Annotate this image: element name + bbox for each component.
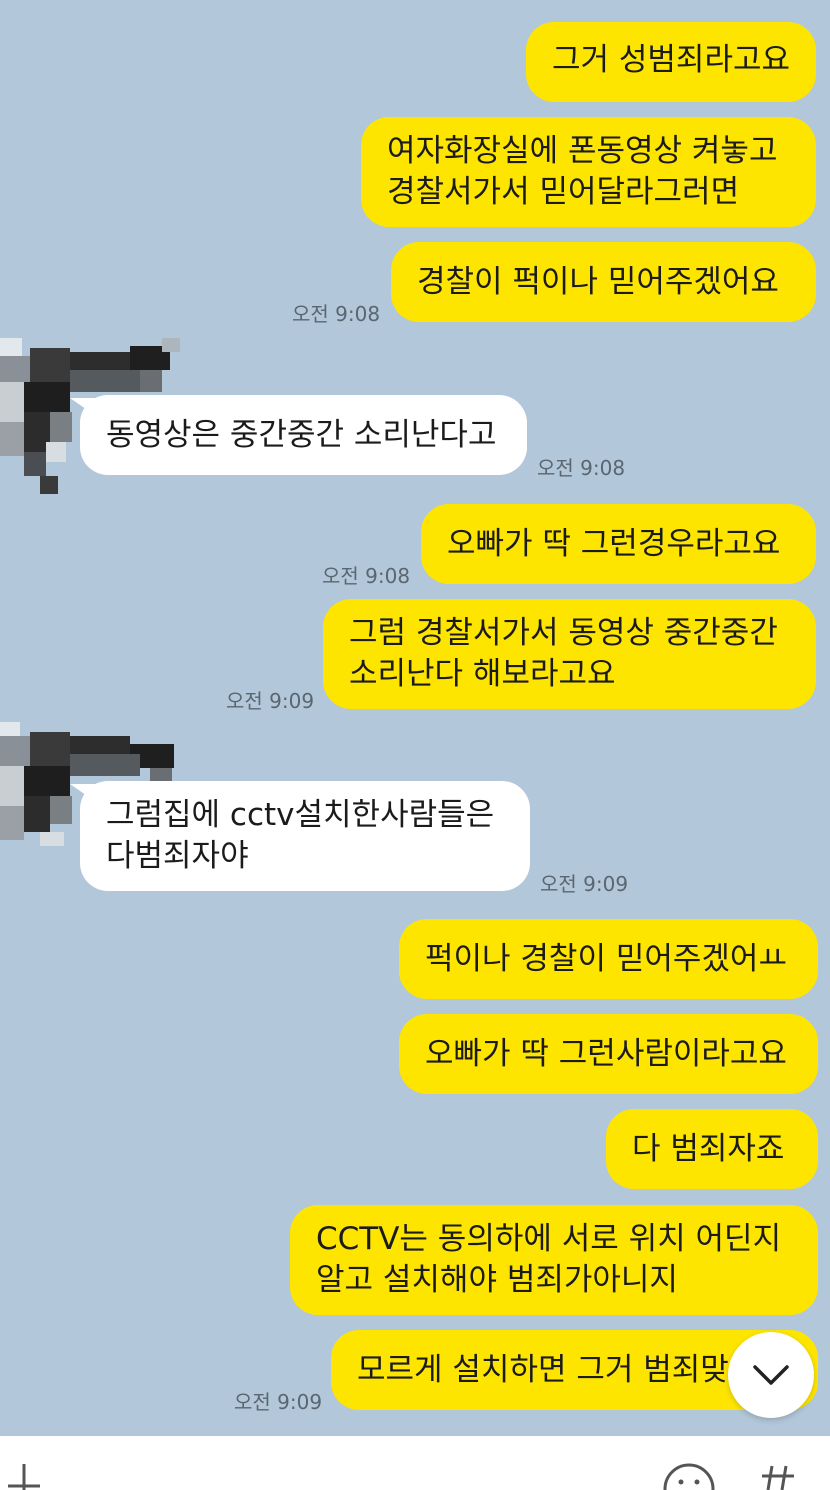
- my-message[interactable]: 여자화장실에 폰동영상 켜놓고 경찰서가서 믿어달라그러면: [361, 117, 816, 227]
- message-input-bar[interactable]: [0, 1436, 830, 1490]
- message-line: 다범죄자야: [106, 838, 249, 874]
- chat-area[interactable]: 그거 성범죄라고요 여자화장실에 폰동영상 켜놓고 경찰서가서 믿어달라그러면 …: [0, 0, 830, 1436]
- timestamp: 오전 9:08: [292, 302, 381, 326]
- message-line: 소리난다 해보라고요: [349, 656, 616, 692]
- timestamp: 오전 9:08: [537, 456, 626, 480]
- message-line: 그럼집에 cctv설치한사람들은: [106, 797, 495, 833]
- message-line: 동영상은 중간중간 소리난다고: [106, 416, 497, 453]
- my-message[interactable]: 다 범죄자죠: [606, 1109, 818, 1189]
- scroll-to-bottom-button[interactable]: [728, 1332, 814, 1418]
- my-message[interactable]: CCTV는 동의하에 서로 위치 어딘지 알고 설치해야 범죄가아니지: [290, 1205, 818, 1315]
- message-line: 여자화장실에 폰동영상 켜놓고: [387, 133, 778, 169]
- message-line: 다 범죄자죠: [632, 1130, 785, 1167]
- my-message[interactable]: 그럼 경찰서가서 동영상 중간중간 소리난다 해보라고요: [323, 599, 816, 709]
- my-message[interactable]: 그거 성범죄라고요: [526, 22, 816, 102]
- my-message[interactable]: 경찰이 퍽이나 믿어주겠어요: [391, 242, 816, 322]
- message-line: 그럼 경찰서가서 동영상 중간중간: [349, 615, 778, 651]
- emoji-icon[interactable]: [662, 1462, 716, 1490]
- their-message[interactable]: 그럼집에 cctv설치한사람들은 다범죄자야: [80, 781, 530, 891]
- message-line: 퍽이나 경찰이 믿어주겠어ㅛ: [425, 940, 787, 977]
- timestamp: 오전 9:08: [322, 564, 411, 588]
- message-line: CCTV는 동의하에 서로 위치 어딘지: [316, 1221, 782, 1257]
- plus-icon[interactable]: [4, 1460, 44, 1490]
- chevron-down-icon: [753, 1365, 789, 1385]
- my-message[interactable]: 오빠가 딱 그런경우라고요: [421, 504, 816, 584]
- my-message[interactable]: 오빠가 딱 그런사람이라고요: [399, 1014, 818, 1094]
- message-line: 경찰이 퍽이나 믿어주겠어요: [417, 263, 779, 300]
- message-line: 경찰서가서 믿어달라그러면: [387, 174, 740, 210]
- my-message[interactable]: 퍽이나 경찰이 믿어주겠어ㅛ: [399, 919, 818, 999]
- message-line: 그거 성범죄라고요: [552, 41, 791, 78]
- message-line: 오빠가 딱 그런사람이라고요: [425, 1035, 787, 1072]
- message-line: 알고 설치해야 범죄가아니지: [316, 1262, 678, 1298]
- their-message[interactable]: 동영상은 중간중간 소리난다고: [80, 395, 527, 475]
- timestamp: 오전 9:09: [540, 872, 629, 896]
- message-line: 모르게 설치하면 그거 범죄맞아요: [357, 1351, 786, 1388]
- timestamp: 오전 9:09: [226, 689, 315, 713]
- hashtag-icon[interactable]: [758, 1460, 798, 1490]
- message-line: 오빠가 딱 그런경우라고요: [447, 525, 781, 562]
- timestamp: 오전 9:09: [234, 1390, 323, 1414]
